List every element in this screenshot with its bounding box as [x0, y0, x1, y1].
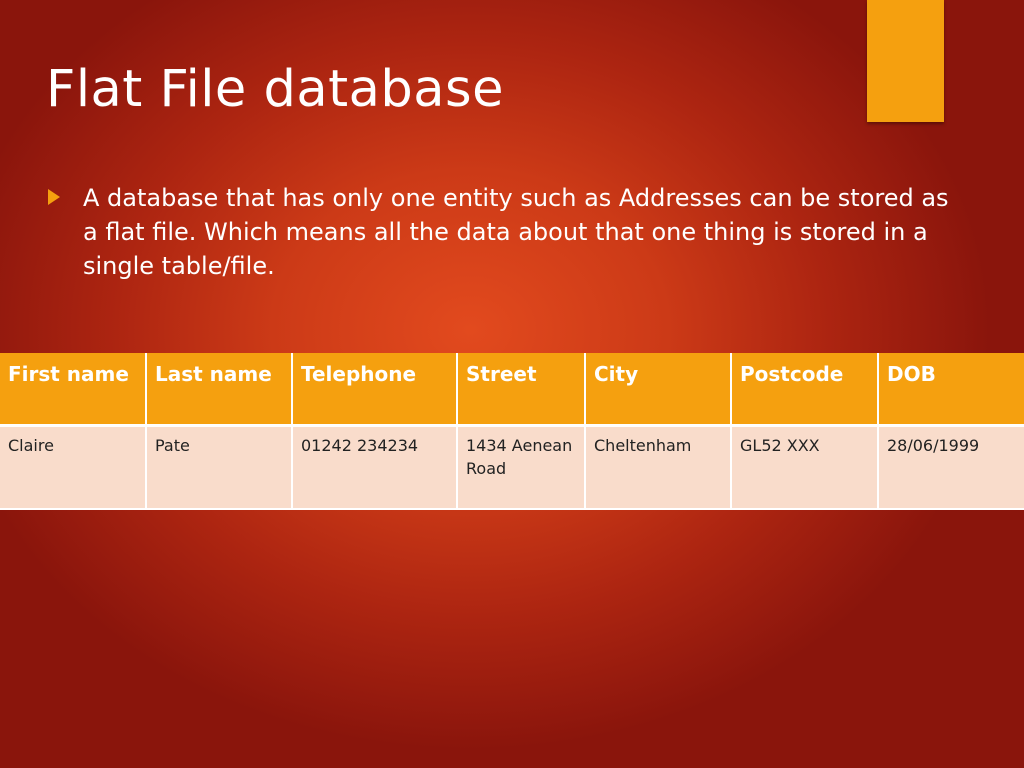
cell-city: Cheltenham [585, 425, 732, 510]
cell-dob: 28/06/1999 [878, 425, 1024, 510]
header-telephone: Telephone [292, 353, 458, 427]
header-postcode: Postcode [731, 353, 879, 427]
address-table: First name Last name Telephone Street Ci… [0, 353, 1024, 510]
header-dob: DOB [878, 353, 1024, 427]
slide-title: Flat File database [46, 60, 504, 119]
header-first-name: First name [0, 353, 147, 427]
triangle-right-icon [48, 189, 60, 205]
cell-postcode: GL52 XXX [731, 425, 879, 510]
header-street: Street [457, 353, 586, 427]
cell-telephone: 01242 234234 [292, 425, 458, 510]
bullet-point: A database that has only one entity such… [48, 181, 968, 283]
slide: Flat File database A database that has o… [0, 0, 1024, 768]
cell-first-name: Claire [0, 425, 147, 510]
cell-last-name: Pate [146, 425, 293, 510]
header-city: City [585, 353, 732, 427]
header-last-name: Last name [146, 353, 293, 427]
accent-bar [867, 0, 944, 122]
cell-street: 1434 Aenean Road [457, 425, 586, 510]
table-row: Claire Pate 01242 234234 1434 Aenean Roa… [0, 425, 1024, 510]
bullet-text: A database that has only one entity such… [83, 184, 949, 280]
table-header-row: First name Last name Telephone Street Ci… [0, 353, 1024, 427]
